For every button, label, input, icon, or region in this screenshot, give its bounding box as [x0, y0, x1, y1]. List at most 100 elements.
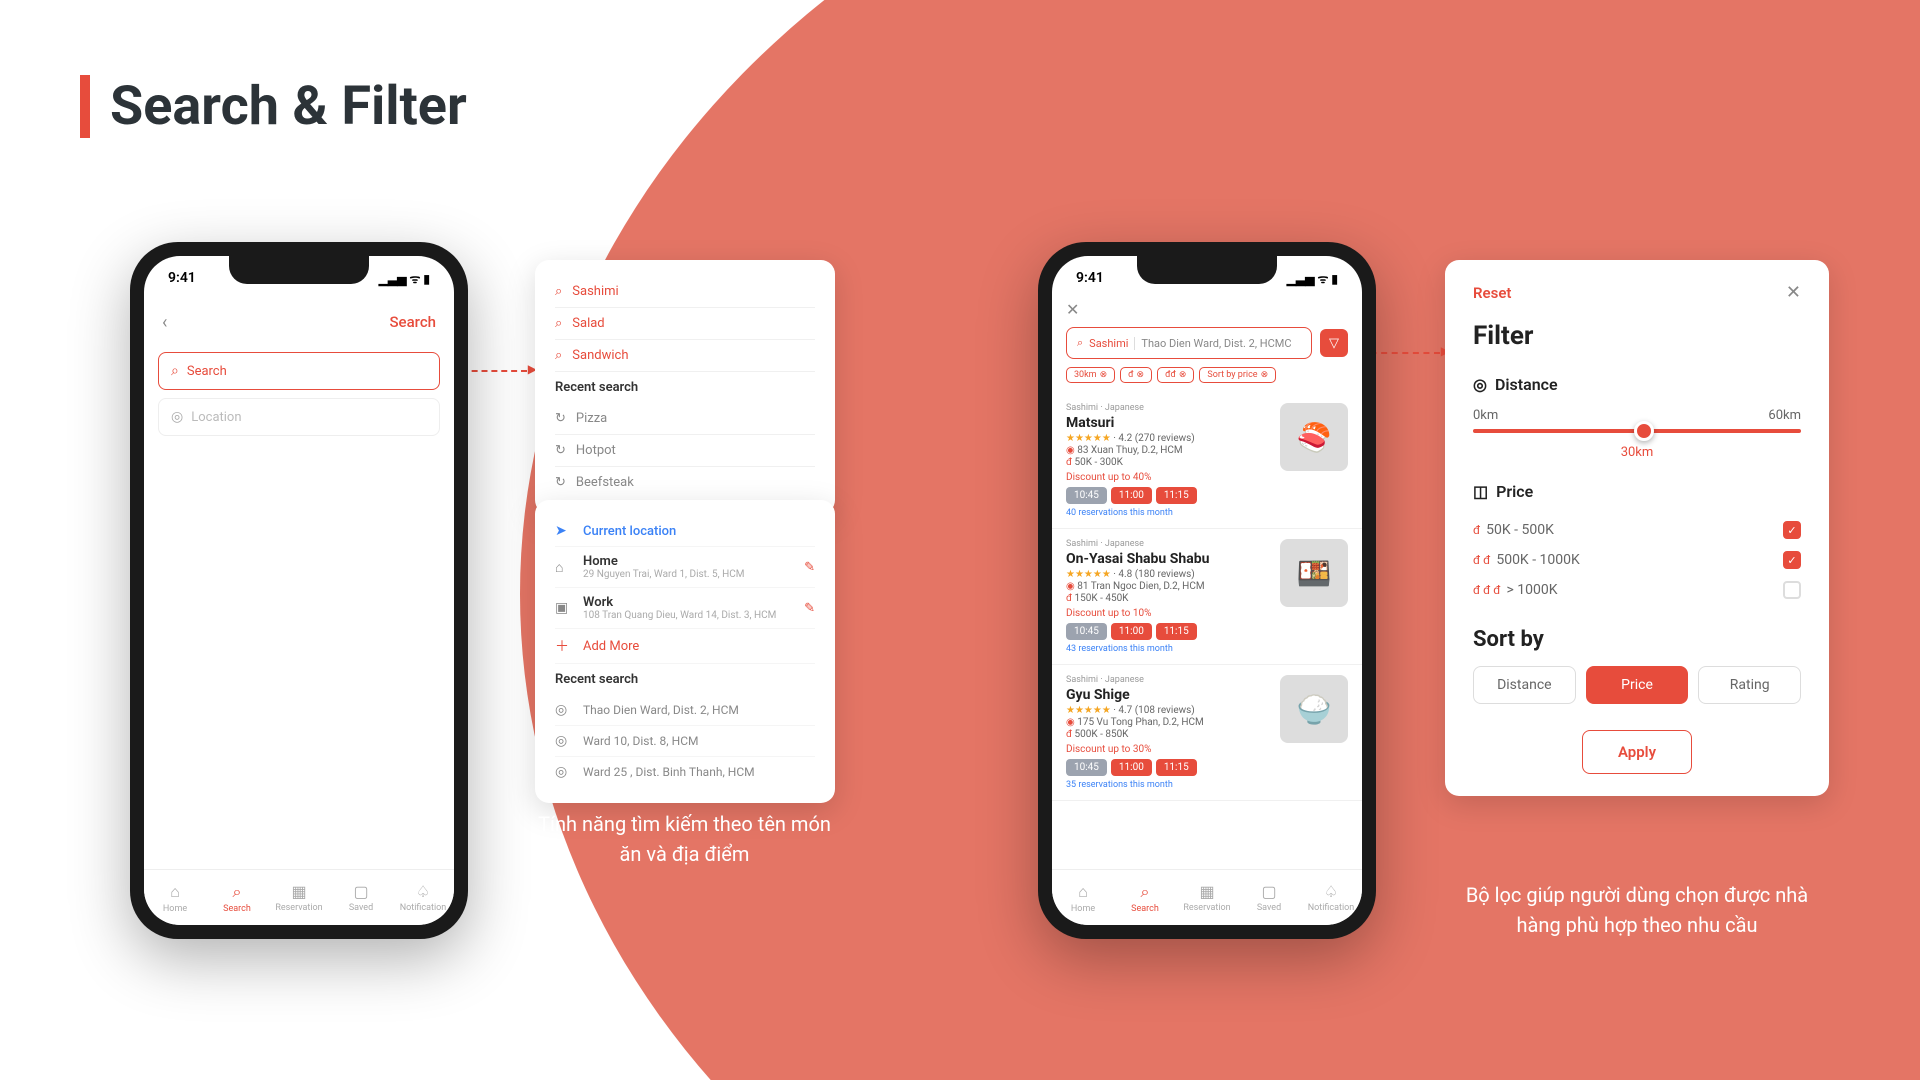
bottom-nav: ⌂Home ⌕Search ▦Reservation ▢Saved ♤Notif…	[144, 869, 454, 925]
suggestion-item[interactable]: ⌕Sashimi	[555, 276, 815, 308]
checkbox[interactable]: ✓	[1783, 551, 1801, 569]
reset-button[interactable]: Reset	[1473, 284, 1511, 302]
chip-price2[interactable]: đđ⊗	[1157, 367, 1194, 383]
search-icon: ⌕	[1077, 336, 1083, 350]
recent-item[interactable]: ↻Beefsteak	[555, 467, 815, 498]
nav-header: ‹ Search	[144, 300, 454, 344]
nav-saved[interactable]: ▢Saved	[330, 870, 392, 925]
briefcase-icon: ▣	[555, 600, 573, 616]
slider-thumb[interactable]	[1634, 421, 1654, 441]
result-price: đ 150K - 450K	[1066, 593, 1270, 604]
search-input-combined[interactable]: ⌕ Sashimi Thao Dien Ward, Dist. 2, HCMC	[1066, 327, 1312, 359]
filter-panel: Reset ✕ Filter ◎Distance 0km60km 30km ◫P…	[1445, 260, 1829, 796]
filter-button[interactable]: ▽	[1320, 329, 1348, 357]
close-icon[interactable]: ✕	[1786, 282, 1801, 303]
nav-home[interactable]: ⌂Home	[144, 870, 206, 925]
sort-distance[interactable]: Distance	[1473, 666, 1576, 704]
filter-icon: ▽	[1329, 336, 1339, 351]
search-suggestions-card: ⌕Sashimi ⌕Salad ⌕Sandwich Recent search …	[535, 260, 835, 514]
edit-icon[interactable]: ✎	[804, 560, 815, 575]
caption-search: Tính năng tìm kiếm theo tên món ăn và đị…	[532, 809, 837, 869]
bookmark-icon: ▢	[353, 882, 368, 901]
home-icon: ⌂	[170, 882, 180, 902]
slot-button[interactable]: 10:45	[1066, 759, 1107, 776]
nav-reservation[interactable]: ▦Reservation	[1176, 870, 1238, 925]
recent-location-item[interactable]: ◎Thao Dien Ward, Dist. 2, HCM	[555, 695, 815, 726]
distance-label: ◎Distance	[1473, 375, 1801, 394]
price-option[interactable]: đ50K - 500K✓	[1473, 515, 1801, 545]
search-input[interactable]: ⌕ Search	[158, 352, 440, 390]
chip-sort[interactable]: Sort by price⊗	[1199, 367, 1276, 383]
pin-icon: ◎	[555, 702, 573, 718]
recent-search-label: Recent search	[555, 380, 815, 395]
sort-price[interactable]: Price	[1586, 666, 1689, 704]
result-discount: Discount up to 10%	[1066, 608, 1270, 619]
result-category: Sashimi · Japanese	[1066, 403, 1270, 413]
apply-button[interactable]: Apply	[1582, 730, 1692, 774]
slot-button[interactable]: 11:00	[1111, 759, 1152, 776]
result-discount: Discount up to 40%	[1066, 472, 1270, 483]
slide-title: Search & Filter	[80, 75, 467, 138]
bell-icon: ♤	[416, 882, 430, 901]
result-category: Sashimi · Japanese	[1066, 675, 1270, 685]
checkbox[interactable]: ✓	[1783, 521, 1801, 539]
nav-reservation[interactable]: ▦Reservation	[268, 870, 330, 925]
time-slots: 10:45 11:00 11:15	[1066, 623, 1270, 640]
suggestion-item[interactable]: ⌕Salad	[555, 308, 815, 340]
nav-notification[interactable]: ♤Notification	[392, 870, 454, 925]
close-icon[interactable]: ⊗	[1179, 370, 1187, 380]
search-bar: ⌕ Sashimi Thao Dien Ward, Dist. 2, HCMC …	[1066, 327, 1348, 359]
reservations-count: 35 reservations this month	[1066, 780, 1270, 790]
saved-location-row[interactable]: ▣ Work108 Tran Quang Dieu, Ward 14, Dist…	[555, 588, 815, 629]
suggestion-item[interactable]: ⌕Sandwich	[555, 340, 815, 372]
slot-button[interactable]: 11:00	[1111, 487, 1152, 504]
close-icon[interactable]: ✕	[1066, 300, 1079, 319]
search-action[interactable]: Search	[389, 313, 436, 331]
slot-button[interactable]: 11:00	[1111, 623, 1152, 640]
distance-slider[interactable]	[1473, 429, 1801, 433]
current-location-row[interactable]: ➤ Current location	[555, 516, 815, 547]
saved-location-row[interactable]: ⌂ Home29 Nguyen Trai, Ward 1, Dist. 5, H…	[555, 547, 815, 588]
chip-distance[interactable]: 30km⊗	[1066, 367, 1115, 383]
recent-location-item[interactable]: ◎Ward 25 , Dist. Binh Thanh, HCM	[555, 757, 815, 787]
sort-rating[interactable]: Rating	[1698, 666, 1801, 704]
reservations-count: 43 reservations this month	[1066, 644, 1270, 654]
recent-item[interactable]: ↻Pizza	[555, 403, 815, 435]
slot-button[interactable]: 11:15	[1156, 623, 1197, 640]
close-icon[interactable]: ⊗	[1100, 370, 1108, 380]
search-icon: ⌕	[171, 363, 179, 379]
slot-button[interactable]: 10:45	[1066, 623, 1107, 640]
location-icon: ◎	[171, 409, 183, 425]
back-icon[interactable]: ‹	[162, 312, 167, 333]
slot-button[interactable]: 10:45	[1066, 487, 1107, 504]
close-icon[interactable]: ⊗	[1261, 370, 1269, 380]
edit-icon[interactable]: ✎	[804, 601, 815, 616]
nav-notification[interactable]: ♤Notification	[1300, 870, 1362, 925]
result-item[interactable]: Sashimi · Japanese Matsuri ★★★★★ · 4.2 (…	[1052, 393, 1362, 529]
phone-search: 9:41 ▁▃▅ ᯤ ▮ ‹ Search ⌕ Search ◎ Locatio…	[130, 242, 468, 939]
close-icon[interactable]: ⊗	[1137, 370, 1145, 380]
nav-saved[interactable]: ▢Saved	[1238, 870, 1300, 925]
slot-button[interactable]: 11:15	[1156, 487, 1197, 504]
add-more-row[interactable]: ＋ Add More	[555, 629, 815, 664]
result-item[interactable]: Sashimi · Japanese On-Yasai Shabu Shabu …	[1052, 529, 1362, 665]
checkbox[interactable]	[1783, 581, 1801, 599]
price-option[interactable]: đ đ đ> 1000K	[1473, 575, 1801, 605]
caption-filter: Bộ lọc giúp người dùng chọn được nhà hàn…	[1445, 880, 1829, 940]
results-list: Sashimi · Japanese Matsuri ★★★★★ · 4.2 (…	[1052, 393, 1362, 801]
recent-location-label: Recent search	[555, 672, 815, 687]
location-input[interactable]: ◎ Location	[158, 398, 440, 436]
nav-home[interactable]: ⌂Home	[1052, 870, 1114, 925]
slot-button[interactable]: 11:15	[1156, 759, 1197, 776]
calendar-icon: ▦	[291, 882, 306, 901]
chip-price1[interactable]: đ⊗	[1120, 367, 1152, 383]
price-option[interactable]: đ đ500K - 1000K✓	[1473, 545, 1801, 575]
nav-search[interactable]: ⌕Search	[206, 870, 268, 925]
time-slots: 10:45 11:00 11:15	[1066, 759, 1270, 776]
filter-title: Filter	[1473, 321, 1801, 351]
recent-location-item[interactable]: ◎Ward 10, Dist. 8, HCM	[555, 726, 815, 757]
recent-item[interactable]: ↻Hotpot	[555, 435, 815, 467]
result-item[interactable]: Sashimi · Japanese Gyu Shige ★★★★★ · 4.7…	[1052, 665, 1362, 801]
price-label: ◫Price	[1473, 482, 1801, 501]
nav-search[interactable]: ⌕Search	[1114, 870, 1176, 925]
